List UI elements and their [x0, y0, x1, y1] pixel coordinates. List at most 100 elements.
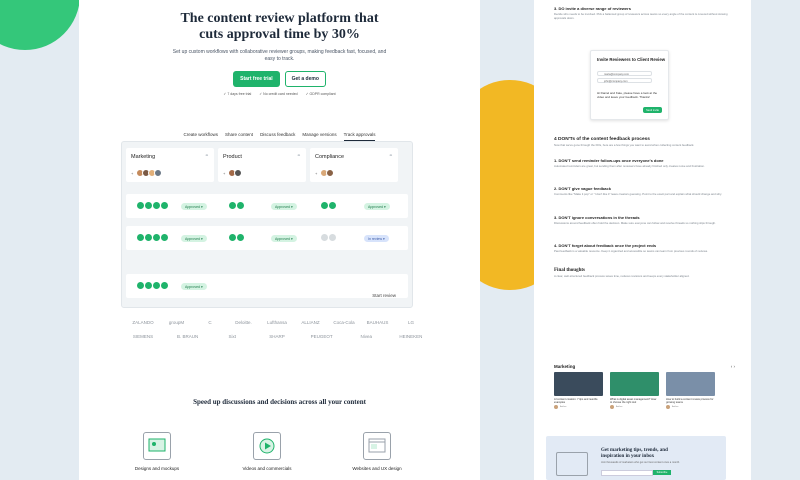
avatar — [326, 169, 335, 177]
article-card[interactable]: AI content creation: 7 tips and real-lif… — [554, 372, 603, 414]
video-icon — [253, 432, 281, 460]
feature-designs[interactable]: Designs and mockups — [117, 432, 197, 471]
landing-page-panel: The content review platform that cuts ap… — [79, 0, 480, 480]
avatar-group: + — [223, 169, 243, 177]
card-title: What is digital asset management? How to… — [610, 398, 657, 405]
start-review-button[interactable]: Start review — [372, 293, 396, 298]
logo: C — [208, 320, 212, 325]
add-user-icon[interactable]: + — [131, 171, 133, 176]
card-thumbnail — [610, 372, 659, 396]
approval-board: Marketing ⚭ + Product ⚭ + Compliance ⚭ +… — [121, 141, 413, 308]
card-title: How to build a content review process fo… — [666, 398, 714, 405]
status-badge[interactable]: Approved ▾ — [181, 235, 207, 242]
status-badge[interactable]: Approved ▾ — [271, 235, 297, 242]
newsletter-title: Get marketing tips, trends, and inspirat… — [601, 448, 668, 459]
logo: Nivea — [360, 334, 373, 339]
article-card[interactable]: What is digital asset management? How to… — [610, 372, 659, 414]
card-title: AI content creation: 7 tips and real-lif… — [554, 398, 598, 405]
hero-title-line2: cuts approval time by 30% — [199, 27, 360, 42]
article-subheading: 1. DON'T send reminder follow-ups once e… — [554, 157, 664, 163]
logo: Sixt — [228, 334, 237, 339]
logo: BAUHAUS — [366, 320, 389, 325]
card-author: Author — [610, 405, 659, 410]
get-demo-button[interactable]: Get a demo — [284, 71, 326, 87]
logo: PEUGEOT — [310, 334, 333, 339]
logo: ZALANDO — [132, 320, 154, 325]
email-field[interactable]: maria@company.com — [597, 71, 652, 76]
envelope-icon — [556, 452, 588, 476]
author-name: Author — [560, 406, 567, 409]
status-badge[interactable]: Approved ▾ — [271, 203, 297, 210]
card-author: Author — [666, 405, 715, 410]
background-green-shape — [0, 0, 80, 50]
trial-checks: ✓ 7 days free trial ✓ No credit card nee… — [79, 92, 480, 96]
feature-websites[interactable]: Websites and UX design — [337, 432, 417, 471]
author-name: Author — [616, 406, 623, 409]
start-free-trial-button[interactable]: Start free trial — [233, 71, 280, 87]
tab-track-approvals[interactable]: Track approvals — [343, 132, 376, 141]
status-badge[interactable]: Approved ▾ — [181, 203, 207, 210]
subscribe-button[interactable]: Subscribe — [653, 470, 671, 475]
article-paragraph: A clear, well-structured feedback proces… — [554, 273, 690, 278]
article-paragraph: Now that we've gone through the DOs, her… — [554, 143, 695, 147]
carousel-arrows-icon[interactable]: ‹ › — [731, 364, 735, 369]
link-icon[interactable]: ⚭ — [297, 153, 301, 159]
status-badge[interactable]: Approved ▾ — [364, 203, 390, 210]
column-name: Product — [223, 154, 242, 160]
avatar — [234, 169, 243, 177]
feature-label: Designs and mockups — [134, 466, 180, 471]
feature-videos[interactable]: Videos and commercials — [227, 432, 307, 471]
logo: B. BRAUN — [177, 334, 199, 339]
article-paragraph: Decide who needs to be involved. Pick a … — [554, 12, 728, 20]
reviewer-dots — [136, 281, 169, 290]
logo: ALLIANZ — [301, 320, 320, 325]
article-paragraph: Automated reminders are great, but sendi… — [554, 163, 705, 168]
logo: LG — [407, 320, 414, 325]
column-name: Compliance — [315, 154, 345, 160]
article-subheading: 3. DO invite a diverse range of reviewer… — [554, 6, 631, 11]
email-field[interactable]: john@company.com — [597, 78, 652, 83]
article-panel: 3. DO invite a diverse range of reviewer… — [534, 0, 751, 480]
tab-manage-versions[interactable]: Manage versions — [302, 132, 336, 141]
hero-title: The content review platform that cuts ap… — [79, 11, 480, 43]
article-paragraph: Past feedback is a valuable resource. Ke… — [554, 249, 708, 254]
article-card[interactable]: How to build a content review process fo… — [666, 372, 715, 414]
tab-share-content[interactable]: Share content — [225, 132, 253, 141]
author-avatar — [554, 405, 558, 410]
avatar-group: + — [315, 169, 335, 177]
article-paragraph: Discussions around feedback often hold t… — [554, 220, 716, 225]
article-subheading: 2. DON'T give vague feedback — [554, 186, 611, 192]
status-badge[interactable]: Approved ▾ — [181, 283, 207, 290]
table-row[interactable]: Approved ▾ Approved ▾ Approved ▾ — [126, 194, 408, 218]
tab-discuss-feedback[interactable]: Discuss feedback — [260, 132, 295, 141]
article-section: 4 DON'Ts of the content feedback process… — [554, 137, 729, 282]
reviewer-dots — [136, 233, 169, 242]
link-icon[interactable]: ⚭ — [389, 153, 393, 159]
card-thumbnail — [666, 372, 715, 396]
status-badge[interactable]: In review ▾ — [364, 235, 389, 242]
feature-label: Websites and UX design — [352, 466, 402, 471]
feature-tabs: Create workflows Share content Discuss f… — [79, 132, 480, 141]
add-user-icon[interactable]: + — [315, 171, 317, 176]
column-compliance: Compliance ⚭ + — [310, 148, 398, 182]
link-icon[interactable]: ⚭ — [205, 153, 209, 159]
logo: groupM — [168, 320, 185, 325]
check-item: ✓ No credit card needed — [259, 92, 298, 96]
table-row[interactable]: Approved ▾ — [126, 274, 408, 298]
logo: SHARP — [269, 334, 285, 339]
check-item: ✓ 7 days free trial — [223, 92, 252, 96]
logo: Lufthansa — [267, 320, 287, 325]
reviewer-dots — [320, 201, 337, 210]
reviewer-dots — [228, 201, 245, 210]
newsletter-email-input[interactable] — [601, 470, 653, 476]
final-thoughts-heading: Final thoughts — [554, 267, 585, 273]
customer-logos: ZALANDO groupM C Deloitte. Lufthansa ALL… — [127, 320, 427, 339]
tab-create-workflows[interactable]: Create workflows — [184, 132, 219, 141]
logo: HEINEKEN — [399, 334, 423, 339]
modal-title: Invite Reviewers to Client Review — [597, 57, 666, 62]
add-user-icon[interactable]: + — [223, 171, 225, 176]
table-row[interactable]: Approved ▾ Approved ▾ In review ▾ — [126, 226, 408, 250]
cta-row: Start free trial Get a demo — [79, 71, 480, 87]
send-invite-button[interactable]: Send invite — [643, 107, 662, 113]
article-paragraph: Comments like "Make it pop" or "I don't … — [554, 192, 723, 197]
